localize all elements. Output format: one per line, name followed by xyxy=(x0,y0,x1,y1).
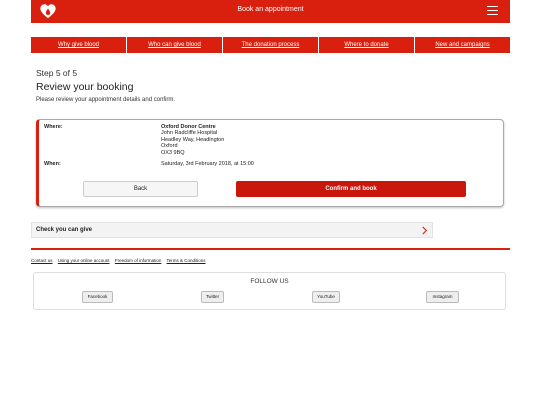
footer-link-terms[interactable]: Terms & Conditions xyxy=(167,258,206,263)
nav-item-news-and-campaigns[interactable]: New and campaigns xyxy=(415,37,510,53)
follow-us-title: FOLLOW US xyxy=(250,278,289,285)
where-label: Where: xyxy=(44,124,63,130)
footer-divider xyxy=(31,248,510,250)
instagram-button[interactable]: Instagram xyxy=(426,291,459,303)
check-label: Check you can give xyxy=(36,227,93,233)
back-button[interactable]: Back xyxy=(83,181,198,197)
step-indicator: Step 5 of 5 xyxy=(36,68,78,78)
twitter-button[interactable]: Twitter xyxy=(201,291,224,303)
when-label: When: xyxy=(44,161,61,167)
footer-link-contact-us[interactable]: Contact us xyxy=(31,258,53,263)
page-heading: Review your booking xyxy=(36,81,134,93)
address-line: John Radcliffe Hospital xyxy=(161,130,218,137)
when-value: Saturday, 3rd February 2018, at 15:00 xyxy=(161,161,254,167)
intro-text: Please review your appointment details a… xyxy=(36,97,176,103)
address-line: OX3 9BQ xyxy=(161,149,185,156)
nav-item-where-to-donate[interactable]: Where to donate xyxy=(319,37,415,53)
main-navigation: Why give blood Who can give blood The do… xyxy=(31,37,510,53)
footer-link-freedom-of-information[interactable]: Freedom of information xyxy=(115,258,162,263)
centre-name: Oxford Donor Centre xyxy=(161,124,216,130)
hamburger-menu-icon[interactable] xyxy=(487,6,498,16)
nav-item-donation-process[interactable]: The donation process xyxy=(223,37,319,53)
chevron-right-icon xyxy=(422,226,428,235)
top-bar: Book an appointment xyxy=(31,0,510,23)
nav-item-who-can-give-blood[interactable]: Who can give blood xyxy=(127,37,223,53)
booking-summary-card: Where: Oxford Donor Centre John Radcliff… xyxy=(36,119,504,207)
follow-us-panel: FOLLOW US Facebook Twitter YouTube Insta… xyxy=(33,272,506,310)
where-value: Oxford Donor Centre John Radcliffe Hospi… xyxy=(161,124,224,156)
check-you-can-give-link[interactable]: Check you can give xyxy=(31,222,433,238)
facebook-button[interactable]: Facebook xyxy=(82,291,113,303)
youtube-button[interactable]: YouTube xyxy=(312,291,340,303)
nav-item-why-give-blood[interactable]: Why give blood xyxy=(31,37,127,53)
footer-links: Contact us Using your online account Fre… xyxy=(31,258,210,263)
confirm-and-book-button[interactable]: Confirm and book xyxy=(236,181,466,197)
footer-link-online-account[interactable]: Using your online account xyxy=(58,258,110,263)
page-title: Book an appointment xyxy=(237,6,304,13)
